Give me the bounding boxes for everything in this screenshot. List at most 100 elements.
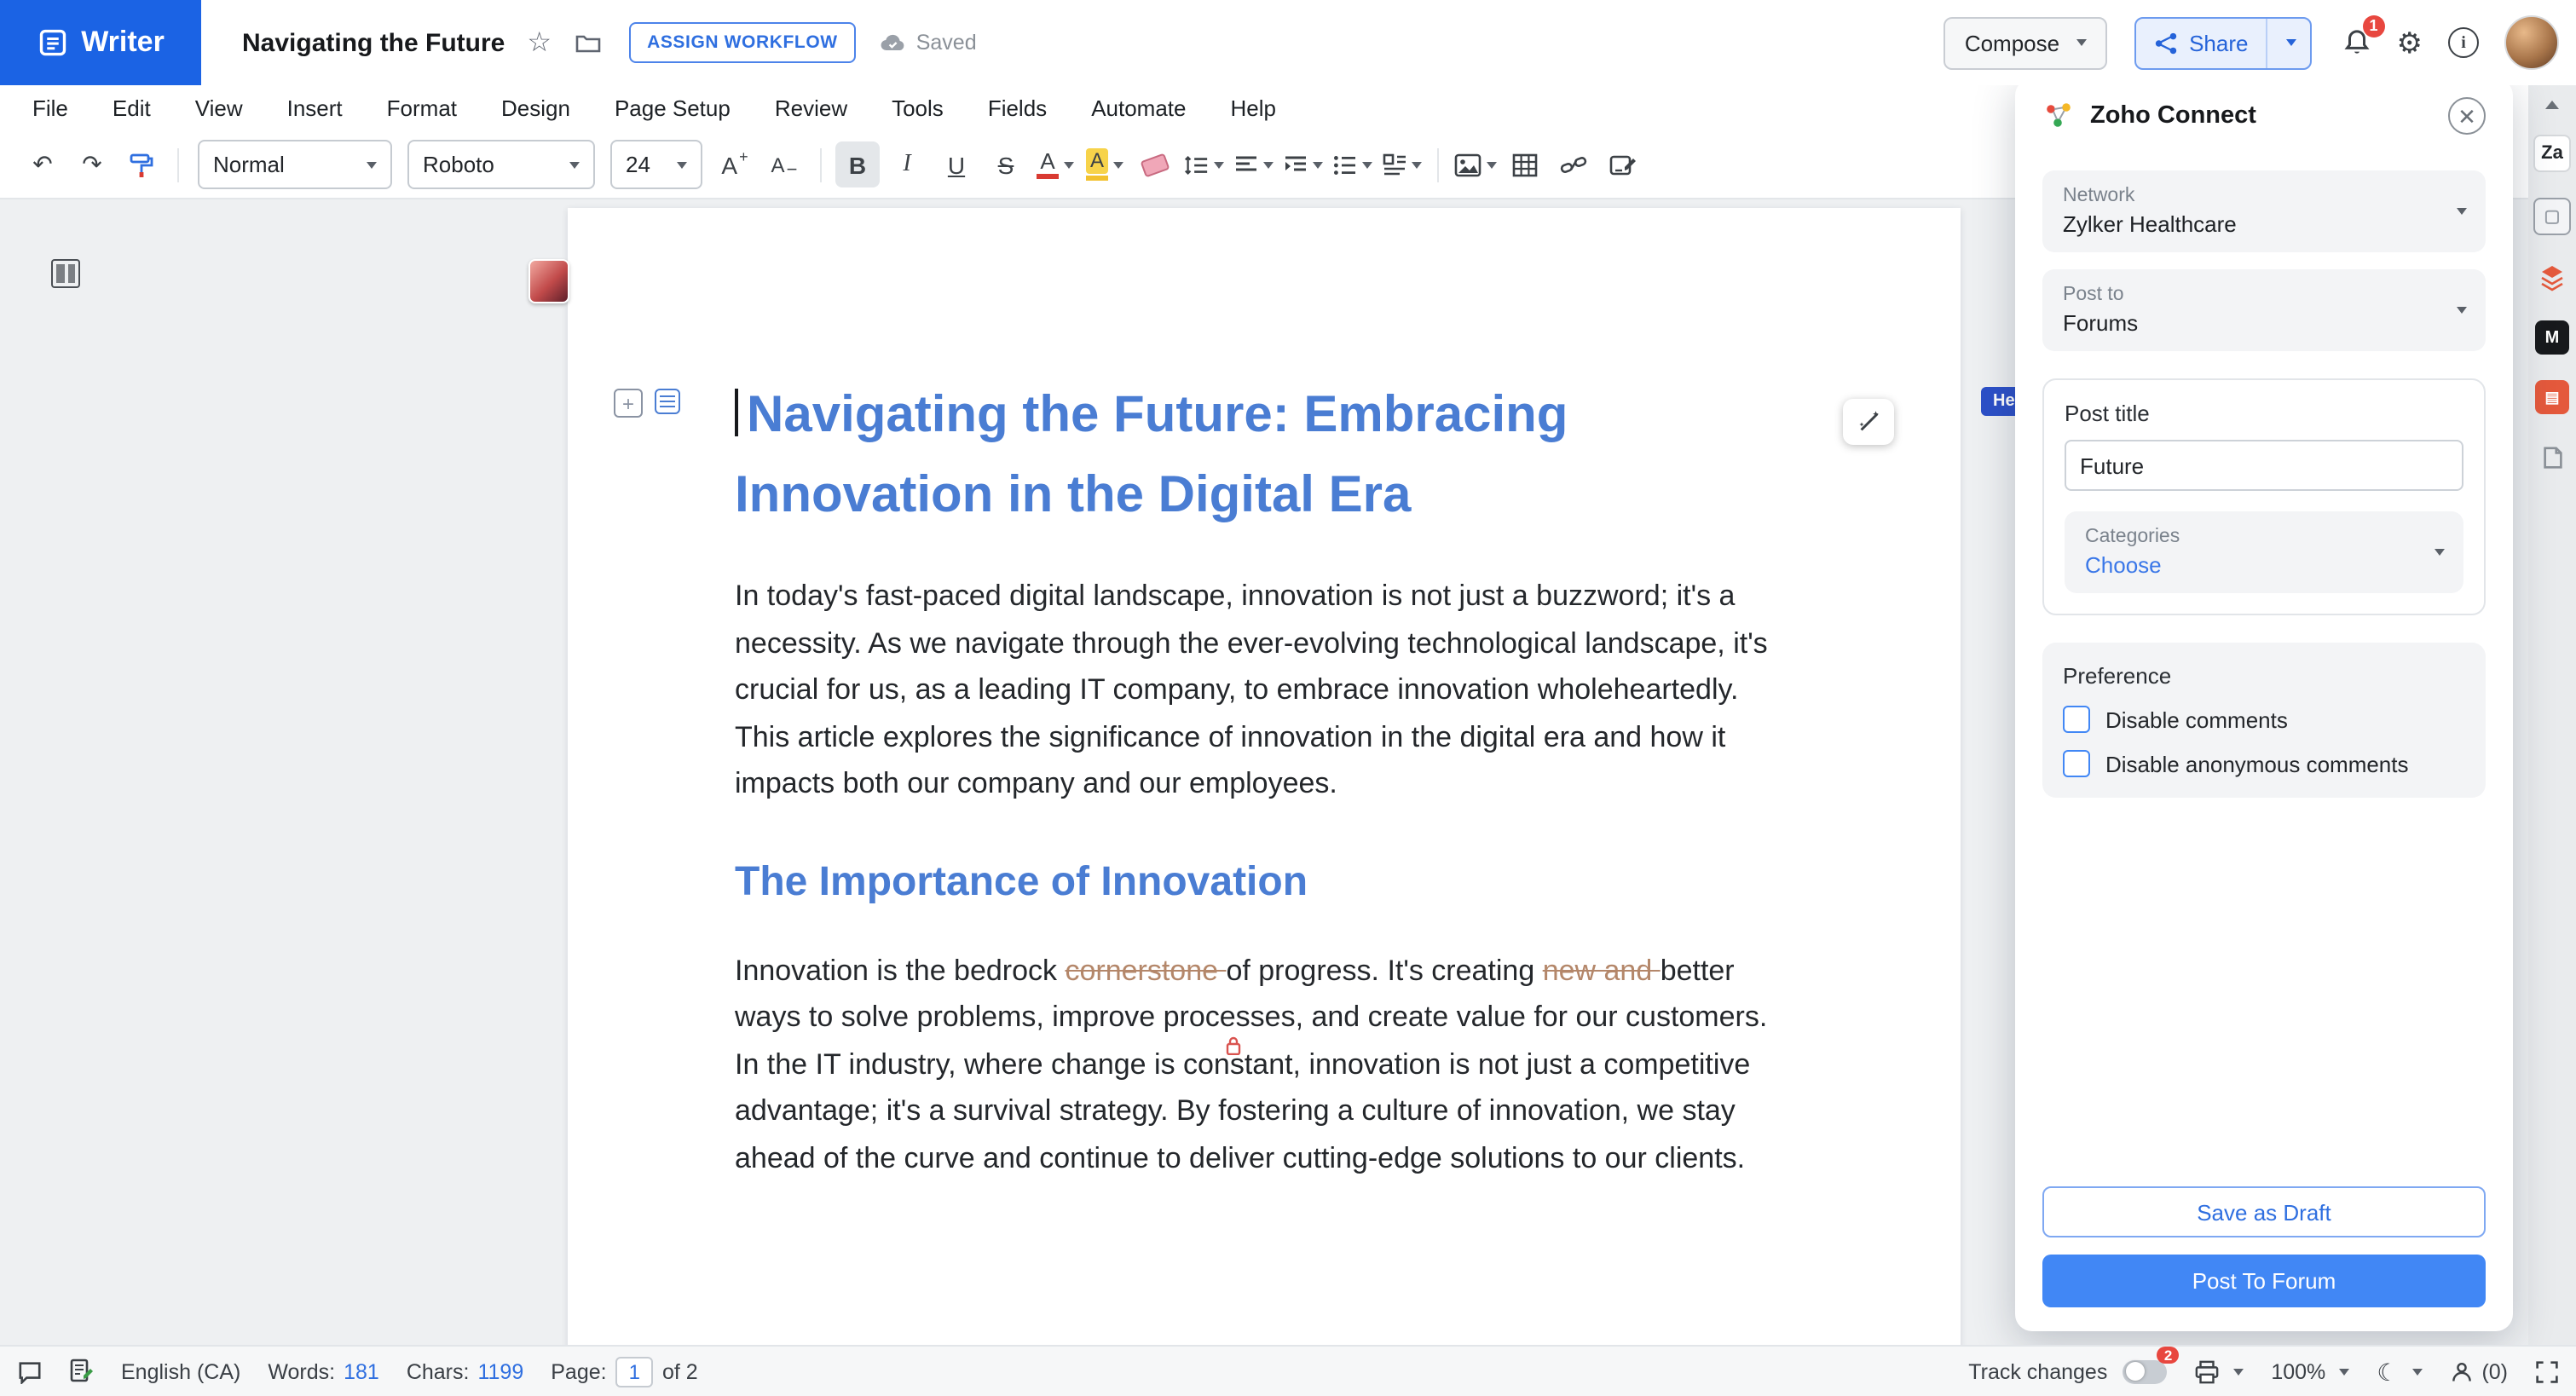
font-size-select[interactable]: 24 <box>610 140 702 189</box>
font-family-select[interactable]: Roboto <box>407 140 595 189</box>
checkbox-icon[interactable] <box>2063 706 2090 733</box>
share-label: Share <box>2189 30 2248 55</box>
settings-button[interactable]: ⚙ <box>2397 28 2423 57</box>
doc-paragraph-2[interactable]: Innovation is the bedrock cornerstone of… <box>735 947 1771 1181</box>
increase-font-size-button[interactable]: A+ <box>713 141 757 187</box>
comments-button[interactable] <box>17 1359 43 1383</box>
menu-view[interactable]: View <box>195 95 243 121</box>
track-changes-control[interactable]: Track changes 2 <box>1968 1359 2167 1383</box>
menu-page-setup[interactable]: Page Setup <box>615 95 731 121</box>
add-block-icon[interactable]: + <box>614 389 643 418</box>
night-mode-control[interactable]: ☾ <box>2377 1359 2422 1383</box>
chevron-down-icon <box>1486 161 1496 168</box>
layers-icon[interactable] <box>2535 261 2569 295</box>
folder-icon[interactable] <box>574 29 601 56</box>
fullscreen-button[interactable] <box>2535 1359 2559 1383</box>
insert-link-button[interactable] <box>1551 141 1596 187</box>
language-selector[interactable]: English (CA) <box>121 1359 240 1383</box>
categories-select[interactable]: Categories Choose <box>2065 511 2463 593</box>
page-label: Page: <box>551 1359 606 1383</box>
document-page[interactable]: + Navigating the Future: Embracing Innov… <box>568 208 1961 1345</box>
zoom-control[interactable]: 100% <box>2271 1359 2349 1383</box>
templates-icon[interactable]: ▤ <box>2535 380 2569 414</box>
network-select[interactable]: Network Zylker Healthcare <box>2042 170 2486 252</box>
share-button[interactable]: Share <box>2134 16 2311 69</box>
insert-table-button[interactable] <box>1502 141 1546 187</box>
notifications-button[interactable]: 1 <box>2342 27 2371 58</box>
format-painter-button[interactable] <box>119 141 164 187</box>
paragraph-layout-button[interactable] <box>1379 141 1424 187</box>
menu-format[interactable]: Format <box>387 95 457 121</box>
compose-button[interactable]: Compose <box>1944 16 2107 69</box>
mail-merge-label: M <box>2545 328 2560 347</box>
favorite-star-icon[interactable]: ☆ <box>527 26 552 60</box>
page-number-input[interactable]: 1 <box>615 1356 654 1387</box>
zia-icon[interactable]: Za <box>2533 135 2571 172</box>
menu-design[interactable]: Design <box>501 95 570 121</box>
menu-file[interactable]: File <box>32 95 68 121</box>
document-navigator-icon[interactable] <box>51 259 80 288</box>
document-title[interactable]: Navigating the Future <box>242 28 505 57</box>
disable-anonymous-option[interactable]: Disable anonymous comments <box>2063 750 2465 777</box>
align-button[interactable] <box>1231 141 1275 187</box>
chevron-down-icon <box>569 161 580 168</box>
block-options-icon[interactable] <box>655 389 680 414</box>
menu-edit[interactable]: Edit <box>113 95 151 121</box>
paragraph-style-select[interactable]: Normal <box>198 140 392 189</box>
list-button[interactable] <box>1330 141 1374 187</box>
line-spacing-button[interactable] <box>1181 141 1226 187</box>
underline-button[interactable]: U <box>934 141 979 187</box>
post-to-select[interactable]: Post to Forums <box>2042 269 2486 351</box>
word-count[interactable]: Words: 181 <box>268 1359 378 1383</box>
decrease-font-size-button[interactable]: A− <box>762 141 806 187</box>
print-button[interactable] <box>2194 1359 2244 1383</box>
resources-icon[interactable] <box>2535 440 2569 474</box>
magic-wand-icon <box>1856 409 1881 435</box>
menu-insert[interactable]: Insert <box>287 95 343 121</box>
menu-help[interactable]: Help <box>1231 95 1277 121</box>
close-icon[interactable]: ✕ <box>2448 97 2486 135</box>
highlight-color-button[interactable]: A <box>1083 141 1127 187</box>
clear-format-button[interactable] <box>1132 141 1176 187</box>
save-as-draft-button[interactable]: Save as Draft <box>2042 1186 2486 1237</box>
document-content[interactable]: Navigating the Future: Embracing Innovat… <box>568 208 1961 1181</box>
panel-header: Zoho Connect ✕ <box>2042 78 2486 153</box>
undo-button[interactable]: ↶ <box>20 141 65 187</box>
checkbox-icon[interactable] <box>2063 750 2090 777</box>
menu-review[interactable]: Review <box>775 95 847 121</box>
bold-button[interactable]: B <box>835 141 880 187</box>
track-changes-toggle[interactable]: 2 <box>2123 1359 2167 1383</box>
italic-button[interactable]: I <box>885 141 929 187</box>
browser-panel-icon[interactable]: ▢ <box>2533 198 2571 235</box>
user-avatar[interactable] <box>2504 15 2559 70</box>
writer-logo[interactable]: Writer <box>0 0 201 85</box>
redo-button[interactable]: ↷ <box>70 141 114 187</box>
doc-heading-1[interactable]: Navigating the Future: Embracing Innovat… <box>735 208 1771 535</box>
menu-fields[interactable]: Fields <box>988 95 1047 121</box>
menu-automate[interactable]: Automate <box>1091 95 1186 121</box>
proofing-button[interactable] <box>70 1359 94 1384</box>
doc-paragraph-1[interactable]: In today's fast-paced digital landscape,… <box>735 573 1771 807</box>
indent-button[interactable] <box>1280 141 1325 187</box>
insert-signature-button[interactable] <box>1601 141 1645 187</box>
doc-heading-2[interactable]: The Importance of Innovation <box>735 855 1771 909</box>
char-count[interactable]: Chars: 1199 <box>407 1359 523 1383</box>
share-dropdown[interactable] <box>2267 39 2310 46</box>
text-cursor <box>735 389 738 436</box>
menu-tools[interactable]: Tools <box>892 95 944 121</box>
gear-icon: ⚙ <box>2397 28 2423 57</box>
strikethrough-button[interactable]: S <box>984 141 1028 187</box>
post-to-forum-button[interactable]: Post To Forum <box>2042 1255 2486 1307</box>
categories-label: Categories <box>2085 527 2416 547</box>
help-button[interactable]: i <box>2448 27 2479 58</box>
mail-merge-icon[interactable]: M <box>2535 320 2569 355</box>
assign-workflow-button[interactable]: ASSIGN WORKFLOW <box>628 22 857 63</box>
insert-image-button[interactable] <box>1453 141 1497 187</box>
font-color-button[interactable]: A <box>1033 141 1077 187</box>
zia-assist-button[interactable] <box>1843 399 1894 445</box>
text-segment: of progress. It's creating <box>1226 954 1542 986</box>
collapse-rail-icon[interactable] <box>2545 101 2559 109</box>
collaborators-indicator[interactable]: (0) <box>2449 1359 2508 1383</box>
post-title-input[interactable] <box>2065 440 2463 491</box>
disable-comments-option[interactable]: Disable comments <box>2063 706 2465 733</box>
